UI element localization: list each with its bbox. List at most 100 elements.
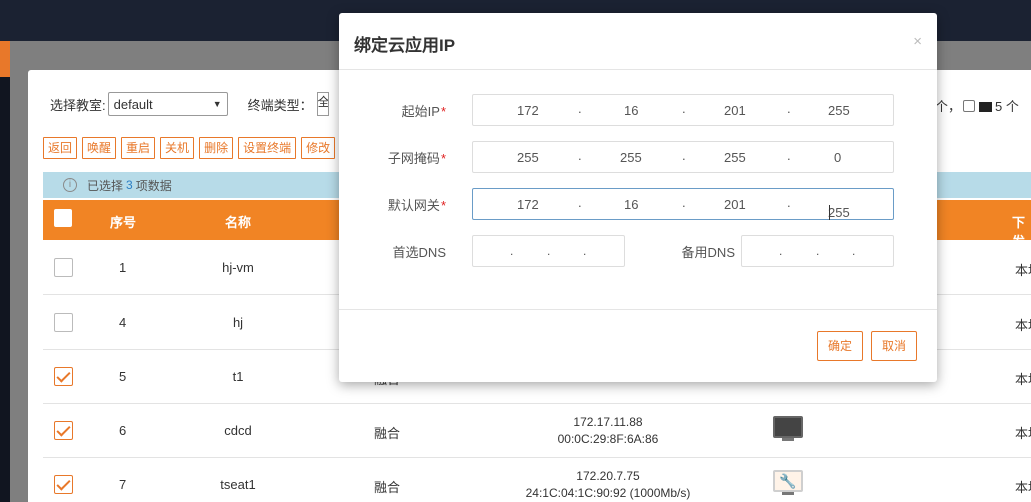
terminal-type-select[interactable]: 全	[316, 92, 329, 116]
wake-button[interactable]: 唤醒	[82, 137, 117, 159]
filter-checkbox[interactable]	[963, 99, 976, 112]
text-cursor	[829, 205, 830, 220]
row-mac: 00:0C:29:8F:6A:86	[557, 432, 659, 446]
table-row[interactable]: 6cdcd融合172.17.11.8800:0C:29:8F:6A:86本地	[43, 404, 1031, 458]
chevron-down-icon: ▼	[212, 99, 222, 109]
row-download: 本地	[1015, 372, 1031, 387]
start-ip-octet-1[interactable]: 172	[517, 103, 539, 118]
terminal-wrench-icon: 🔧	[773, 470, 803, 496]
octet-separator: .	[578, 195, 582, 210]
monitor-icon	[979, 101, 993, 112]
primary-dns-input[interactable]: . . .	[472, 235, 625, 267]
row-download: 本地	[1015, 480, 1031, 495]
dialog-footer: 确定 取消	[339, 309, 937, 382]
monitor-stand	[782, 492, 794, 495]
restart-button[interactable]: 重启	[121, 137, 156, 159]
row-ip: 172.20.7.75	[576, 469, 640, 483]
dialog-header: 绑定云应用IP ×	[339, 13, 937, 70]
octet-separator: .	[682, 148, 686, 163]
dialog-title: 绑定云应用IP	[354, 36, 456, 55]
gateway-octet-2[interactable]: 16	[624, 197, 638, 212]
count-suffix: 个，	[935, 99, 962, 114]
start-ip-octet-2[interactable]: 16	[624, 103, 638, 118]
action-toolbar: 返回 唤醒 重启 关机 删除 设置终端 修改	[43, 137, 340, 159]
octet-separator: .	[682, 195, 686, 210]
close-icon[interactable]: ×	[913, 33, 922, 50]
table-row[interactable]: 7 tseat1 融合 172.20.7.75 24:1C:04:1C:90:92 (1…	[43, 458, 1031, 502]
subnet-mask-label-text: 子网掩码	[387, 150, 440, 166]
header-index: 序号	[110, 215, 137, 230]
header-name: 名称	[225, 215, 252, 230]
octet-separator: .	[578, 101, 582, 116]
bind-cloud-app-ip-dialog: 绑定云应用IP × 起始IP* 172 . 16 . 201 . 255 子网掩…	[339, 13, 937, 382]
gateway-input[interactable]: 172 . 16 . 201 . 255	[472, 188, 894, 220]
sidebar-active-marker	[0, 41, 10, 77]
row-download: 本地	[1015, 426, 1031, 441]
required-mark: *	[440, 150, 446, 166]
octet-separator: .	[547, 244, 551, 258]
selection-suffix: 项数据	[135, 178, 172, 193]
subnet-mask-octet-2[interactable]: 255	[620, 150, 642, 165]
subnet-mask-row: 子网掩码* 255 . 255 . 255 . 0	[339, 141, 894, 173]
subnet-mask-octet-1[interactable]: 255	[517, 150, 539, 165]
octet-separator: .	[510, 244, 514, 258]
gateway-octet-1[interactable]: 172	[517, 197, 539, 212]
classroom-select[interactable]: default ▼	[107, 92, 228, 116]
octet-separator: .	[583, 244, 587, 258]
info-icon: i	[63, 178, 77, 192]
gateway-octet-4-text: 255	[828, 205, 850, 220]
row-mac: 24:1C:04:1C:90:92 (1000Mb/s)	[525, 486, 691, 500]
ok-button[interactable]: 确定	[817, 331, 863, 361]
octet-separator: .	[578, 148, 582, 163]
terminal-type-value: 全	[317, 95, 329, 109]
selection-prefix: 已选择	[87, 178, 124, 193]
shutdown-button[interactable]: 关机	[160, 137, 195, 159]
row-download: 本地	[1015, 318, 1031, 333]
octet-separator: .	[787, 195, 791, 210]
delete-button[interactable]: 删除	[199, 137, 234, 159]
start-ip-label: 起始IP*	[339, 101, 452, 120]
secondary-dns-label: 备用DNS	[681, 244, 735, 260]
cancel-button[interactable]: 取消	[871, 331, 917, 361]
required-mark: *	[440, 103, 446, 119]
terminal-count-info: 个， 5 个	[935, 96, 1019, 115]
primary-dns-label: 首选DNS	[392, 244, 446, 260]
select-all-checkbox[interactable]	[54, 209, 72, 227]
octet-separator: .	[852, 244, 856, 258]
start-ip-label-text: 起始IP	[401, 103, 440, 119]
selection-count: 3	[126, 178, 133, 192]
back-button[interactable]: 返回	[43, 137, 78, 159]
octet-separator: .	[787, 148, 791, 163]
secondary-dns-input[interactable]: . . .	[741, 235, 894, 267]
set-terminal-button[interactable]: 设置终端	[238, 137, 297, 159]
octet-separator: .	[682, 101, 686, 116]
left-sidebar	[0, 41, 10, 502]
start-ip-octet-3[interactable]: 201	[724, 103, 746, 118]
count-label: 5 个	[995, 99, 1019, 114]
classroom-label: 选择教室:	[50, 97, 106, 113]
subnet-mask-input[interactable]: 255 . 255 . 255 . 0	[472, 141, 894, 173]
modify-button[interactable]: 修改	[301, 137, 336, 159]
monitor-screen: 🔧	[773, 470, 803, 492]
row-mode: 融合	[374, 480, 401, 495]
gateway-row: 默认网关* 172 . 16 . 201 . 255	[339, 188, 894, 220]
start-ip-row: 起始IP* 172 . 16 . 201 . 255	[339, 94, 894, 126]
row-ip: 172.17.11.88	[573, 415, 643, 429]
gateway-octet-3[interactable]: 201	[724, 197, 746, 212]
subnet-mask-octet-3[interactable]: 255	[724, 150, 746, 165]
start-ip-input[interactable]: 172 . 16 . 201 . 255	[472, 94, 894, 126]
terminal-monitor-icon	[773, 416, 803, 442]
filter-bar: 选择教室: default ▼ 终端类型： 全	[50, 92, 329, 116]
gateway-label: 默认网关*	[339, 195, 452, 214]
octet-separator: .	[816, 244, 820, 258]
subnet-mask-label: 子网掩码*	[339, 148, 452, 167]
octet-separator: .	[787, 101, 791, 116]
gateway-label-text: 默认网关	[387, 197, 440, 213]
start-ip-octet-4[interactable]: 255	[828, 103, 850, 118]
subnet-mask-octet-4[interactable]: 0	[834, 150, 841, 165]
monitor-screen	[773, 416, 803, 438]
octet-separator: .	[779, 244, 783, 258]
terminal-type-label: 终端类型：	[247, 97, 313, 113]
row-mode: 融合	[374, 426, 401, 441]
dns-row: 首选DNS . . . 备用DNS . . .	[339, 235, 894, 267]
